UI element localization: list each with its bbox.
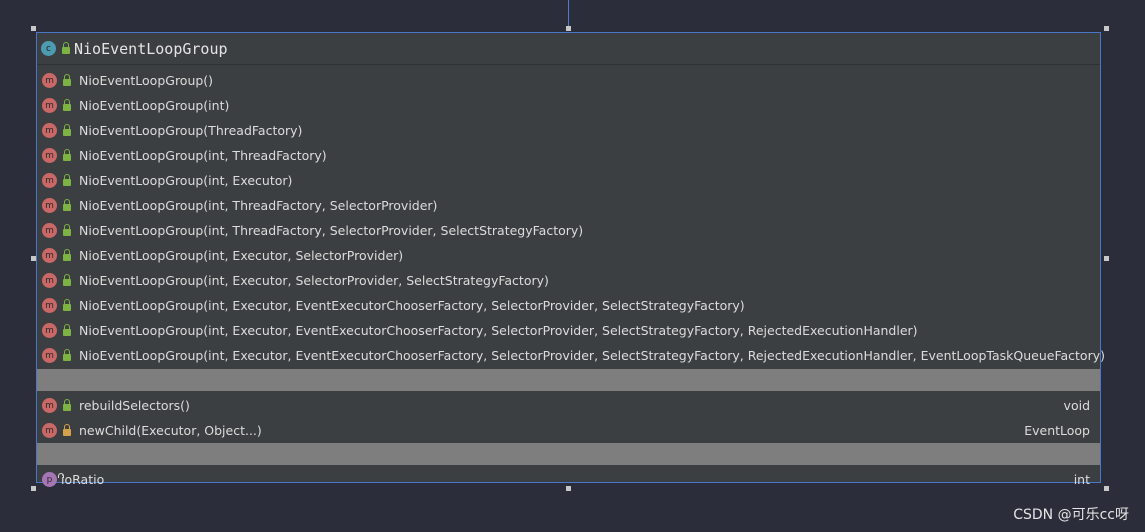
resize-handle-bottom-left[interactable]: [31, 486, 36, 491]
field-name: ioRatio: [61, 472, 105, 487]
method-row[interactable]: m rebuildSelectors() void: [37, 393, 1100, 418]
constructor-signature: NioEventLoopGroup(int, Executor, EventEx…: [79, 323, 918, 338]
constructor-signature: NioEventLoopGroup(int, Executor, EventEx…: [79, 298, 745, 313]
constructor-signature: NioEventLoopGroup(int, Executor): [79, 173, 293, 188]
constructor-signature: NioEventLoopGroup(): [79, 73, 214, 88]
constructor-row[interactable]: m NioEventLoopGroup(int, ThreadFactory, …: [37, 218, 1100, 243]
connector-line: [568, 0, 569, 27]
property-icon: p: [42, 472, 57, 487]
public-lock-icon: [63, 274, 71, 286]
constructor-row[interactable]: m NioEventLoopGroup(int, ThreadFactory, …: [37, 193, 1100, 218]
constructor-row[interactable]: m NioEventLoopGroup(ThreadFactory): [37, 118, 1100, 143]
methods-section: m rebuildSelectors() void m newChild(Exe…: [37, 391, 1100, 443]
lock-icon: [62, 42, 70, 54]
constructor-row[interactable]: m NioEventLoopGroup(): [37, 68, 1100, 93]
public-lock-icon: [63, 399, 71, 411]
resize-handle-top-right[interactable]: [1104, 26, 1109, 31]
method-icon: m: [42, 223, 57, 238]
method-return-type: void: [1063, 398, 1090, 413]
method-signature: newChild(Executor, Object...): [79, 423, 262, 438]
constructor-signature: NioEventLoopGroup(int, Executor, EventEx…: [79, 348, 1105, 363]
method-icon: m: [42, 298, 57, 313]
resize-handle-top[interactable]: [566, 26, 571, 31]
resize-handle-bottom-right[interactable]: [1104, 486, 1109, 491]
watermark: CSDN @可乐cc呀: [1013, 507, 1129, 523]
public-lock-icon: [63, 124, 71, 136]
resize-handle-top-left[interactable]: [31, 26, 36, 31]
method-icon: m: [42, 273, 57, 288]
constructor-row[interactable]: m NioEventLoopGroup(int): [37, 93, 1100, 118]
uml-class-node[interactable]: c NioEventLoopGroup m NioEventLoopGroup(…: [36, 32, 1105, 487]
constructor-signature: NioEventLoopGroup(int, ThreadFactory, Se…: [79, 198, 438, 213]
constructors-section: m NioEventLoopGroup() m NioEventLoopGrou…: [37, 65, 1105, 368]
constructor-row[interactable]: m NioEventLoopGroup(int, Executor, Event…: [37, 318, 1100, 343]
section-divider: [37, 369, 1100, 391]
method-icon: m: [42, 73, 57, 88]
constructor-signature: NioEventLoopGroup(ThreadFactory): [79, 123, 303, 138]
constructor-row[interactable]: m NioEventLoopGroup(int, Executor, Event…: [37, 293, 1100, 318]
method-icon: m: [42, 248, 57, 263]
constructor-signature: NioEventLoopGroup(int, Executor, Selecto…: [79, 248, 404, 263]
protected-lock-icon: [63, 424, 71, 436]
constructor-signature: NioEventLoopGroup(int, ThreadFactory): [79, 148, 327, 163]
method-icon: m: [42, 423, 57, 438]
class-header[interactable]: c NioEventLoopGroup: [37, 33, 1100, 65]
constructor-row[interactable]: m NioEventLoopGroup(int, ThreadFactory): [37, 143, 1100, 168]
public-lock-icon: [63, 74, 71, 86]
method-icon: m: [42, 198, 57, 213]
constructor-signature: NioEventLoopGroup(int): [79, 98, 230, 113]
method-icon: m: [42, 123, 57, 138]
method-row[interactable]: m newChild(Executor, Object...) EventLoo…: [37, 418, 1100, 443]
method-icon: m: [42, 398, 57, 413]
fields-section: p ioRatio int: [37, 465, 1100, 492]
method-icon: m: [42, 323, 57, 338]
class-icon: c: [41, 41, 56, 56]
method-signature: rebuildSelectors(): [79, 398, 190, 413]
public-lock-icon: [63, 174, 71, 186]
section-divider: [37, 443, 1100, 465]
method-icon: m: [42, 348, 57, 363]
constructor-signature: NioEventLoopGroup(int, Executor, Selecto…: [79, 273, 549, 288]
method-return-type: EventLoop: [1024, 423, 1090, 438]
field-row[interactable]: p ioRatio int: [37, 467, 1100, 492]
resize-handle-right[interactable]: [1104, 256, 1109, 261]
public-lock-icon: [63, 249, 71, 261]
class-name: NioEventLoopGroup: [74, 39, 228, 58]
constructor-row[interactable]: m NioEventLoopGroup(int, Executor, Event…: [37, 343, 1105, 368]
public-lock-icon: [63, 224, 71, 236]
method-icon: m: [42, 148, 57, 163]
constructor-row[interactable]: m NioEventLoopGroup(int, Executor, Selec…: [37, 243, 1100, 268]
public-lock-icon: [63, 99, 71, 111]
method-icon: m: [42, 173, 57, 188]
public-lock-icon: [63, 199, 71, 211]
constructor-row[interactable]: m NioEventLoopGroup(int, Executor, Selec…: [37, 268, 1100, 293]
constructor-signature: NioEventLoopGroup(int, ThreadFactory, Se…: [79, 223, 584, 238]
public-lock-icon: [63, 349, 71, 361]
method-icon: m: [42, 98, 57, 113]
field-type: int: [1073, 472, 1090, 487]
public-lock-icon: [63, 299, 71, 311]
constructor-row[interactable]: m NioEventLoopGroup(int, Executor): [37, 168, 1100, 193]
public-lock-icon: [63, 324, 71, 336]
public-lock-icon: [63, 149, 71, 161]
